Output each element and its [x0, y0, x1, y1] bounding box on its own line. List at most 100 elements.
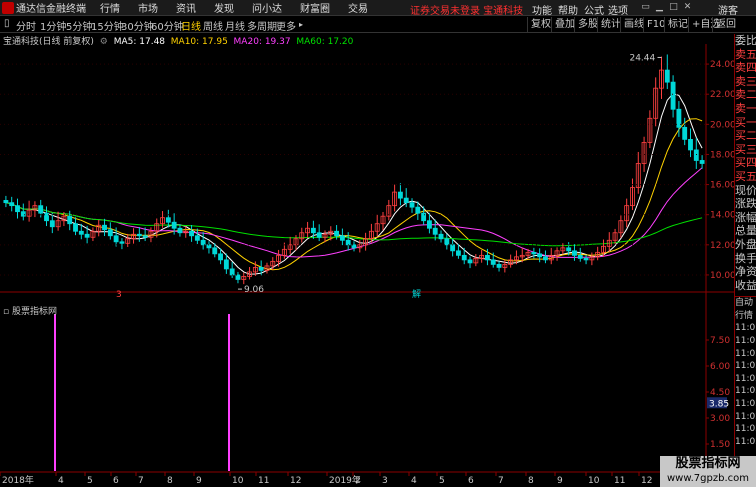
quote-row: 涨跌: [735, 197, 756, 211]
tick-panel: 自动行情11:0111:0111:0211:0211:0211:0211:021…: [735, 296, 756, 448]
watermark-url: www.7gpzb.com: [667, 473, 749, 484]
current-value-label: 3.85: [709, 399, 729, 409]
x-tick-label: 8: [167, 476, 173, 486]
candle-body: [67, 215, 73, 225]
candle-body: [78, 230, 84, 235]
candle-body: [572, 250, 577, 256]
tick-row: 11:02: [735, 348, 756, 359]
x-tick-label: 12: [290, 476, 301, 486]
tick-row: 自动: [735, 298, 754, 309]
candle-body: [450, 244, 456, 252]
y-tick-label: 24.00: [710, 60, 734, 70]
chart-canvas[interactable]: 24.44 9.06 3 解 24.00 22.00 20.00 18.00 16.00 14.…: [0, 0, 734, 487]
candle-body: [693, 149, 699, 161]
candle-body: [107, 229, 113, 237]
candle-body: [38, 205, 44, 214]
candle-body: [3, 200, 9, 204]
signal-marker: 解: [412, 288, 421, 300]
quote-row: 涨幅: [735, 210, 756, 224]
x-tick-label: 7: [138, 476, 144, 486]
candle-body: [20, 211, 26, 217]
candle-body: [461, 254, 467, 261]
candle-body: [438, 233, 444, 240]
quote-row: 外盘: [735, 237, 756, 251]
candle-body: [223, 259, 229, 270]
candle-body: [310, 227, 316, 234]
y-tick-label: 18.00: [710, 150, 734, 160]
candle-body: [316, 232, 322, 238]
quote-row: 现价: [735, 183, 756, 197]
tick-row: 11:02: [735, 386, 756, 397]
candle-body: [235, 274, 241, 280]
candle-body: [44, 212, 49, 222]
x-tick-label: 8: [528, 476, 534, 486]
indicator-title: ▫ 股票指标网: [3, 304, 57, 317]
tick-row: 11:01: [735, 336, 756, 347]
candle-body: [397, 191, 403, 199]
candle-body: [566, 247, 572, 252]
candle-body: [455, 250, 461, 256]
candle-body: [403, 197, 409, 204]
x-tick-label: 4: [58, 476, 64, 486]
quote-row: 买一: [735, 115, 756, 129]
candle-body: [682, 126, 688, 140]
candle-body: [421, 212, 427, 222]
x-tick-label: 2: [355, 476, 361, 486]
candle-body: [543, 256, 548, 261]
quote-row: 买四: [735, 156, 756, 170]
x-tick-label: 10: [232, 476, 244, 486]
quote-row: 换手: [735, 251, 756, 265]
quote-row: 卖三: [735, 74, 756, 88]
x-tick-label: 5: [439, 476, 445, 486]
signal-marker: 3: [116, 290, 122, 300]
quote-row: 净资: [735, 265, 756, 279]
candle-body: [9, 202, 15, 207]
candle-body: [409, 202, 415, 208]
x-tick-label: 4: [411, 476, 417, 486]
quote-row: 卖四: [735, 61, 756, 75]
candle-body: [485, 254, 490, 261]
candle-body: [664, 69, 670, 83]
x-tick-label: 6: [468, 476, 474, 486]
candle-body: [136, 233, 142, 237]
quote-row: 总量: [735, 224, 756, 238]
low-label: 9.06: [244, 285, 264, 295]
candle-body: [467, 259, 473, 264]
y-tick-label: 12.00: [710, 241, 734, 251]
quote-row: 买三: [735, 142, 756, 156]
candle-body: [189, 230, 194, 237]
sub-y-tick-label: 7.50: [710, 336, 730, 346]
candle-body: [171, 221, 177, 229]
tick-row: 11:01: [735, 323, 756, 334]
x-tick-label: 5: [87, 476, 93, 486]
indicator-settings-icon[interactable]: ▫: [3, 307, 9, 317]
candle-body: [102, 224, 107, 231]
quote-row: 卖五: [735, 47, 756, 61]
y-tick-label: 20.00: [710, 120, 734, 130]
indicator-bar: [54, 314, 56, 471]
sub-y-tick-label: 3.00: [710, 414, 730, 424]
tick-row: 11:02: [735, 411, 756, 422]
quote-row: 买二: [735, 129, 756, 143]
watermark-title: 股票指标网: [675, 456, 741, 471]
candle-body: [345, 239, 351, 246]
x-tick-label: 10: [588, 476, 600, 486]
candle-body: [165, 217, 171, 223]
x-tick-label: 9: [196, 476, 202, 486]
y-tick-label: 22.00: [710, 90, 734, 100]
candle-body: [142, 235, 148, 238]
high-label: 24.44: [629, 53, 655, 63]
y-tick-label: 10.00: [710, 271, 734, 281]
x-tick-label: 2018年: [2, 474, 34, 486]
candle-body: [84, 233, 90, 238]
tick-row: 11:02: [735, 361, 756, 372]
quote-row: 卖二: [735, 88, 756, 102]
candle-body: [426, 220, 432, 229]
candle-body: [49, 220, 55, 228]
candle-body: [444, 238, 450, 246]
x-tick-label: 9: [557, 476, 563, 486]
x-tick-label: 12: [641, 476, 652, 486]
candle-body: [670, 81, 676, 110]
candle-body: [194, 235, 200, 241]
candle-body: [531, 251, 537, 255]
